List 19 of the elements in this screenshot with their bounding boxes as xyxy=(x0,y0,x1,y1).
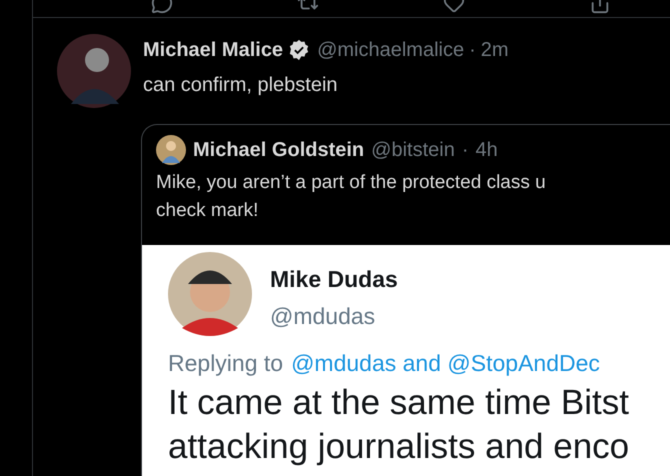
quoted-tweet-text: Mike, you aren’t a part of the protected class u check mark! xyxy=(155,171,547,223)
quoted-tweet-card[interactable] xyxy=(141,124,670,476)
tweet-text: can confirm, plebstein xyxy=(143,73,339,98)
replying-to-link: @mdudas and @StopAndDec xyxy=(291,349,600,378)
embedded-tweet-line: It came at the same time Bitst xyxy=(168,382,630,424)
embedded-tweet-line: attacking journalists and enco xyxy=(168,426,630,468)
embedded-author-handle: @mdudas xyxy=(270,302,376,330)
separator-dot: · xyxy=(469,38,476,63)
quoted-tweet-time: 4h xyxy=(476,138,498,163)
tweet-time[interactable]: 2m xyxy=(480,35,509,65)
author-name[interactable]: Michael Malice xyxy=(143,35,284,65)
avatar[interactable] xyxy=(57,34,131,108)
quoted-author-name: Michael Goldstein xyxy=(193,138,364,163)
separator-dot: · xyxy=(462,138,468,163)
author-handle[interactable]: @michaelmalice xyxy=(317,35,464,65)
replying-label: Replying to xyxy=(168,349,284,378)
embedded-author-name: Mike Dudas xyxy=(270,265,398,294)
quoted-author-handle: @bitstein xyxy=(371,138,455,163)
quoted-avatar xyxy=(156,135,186,165)
